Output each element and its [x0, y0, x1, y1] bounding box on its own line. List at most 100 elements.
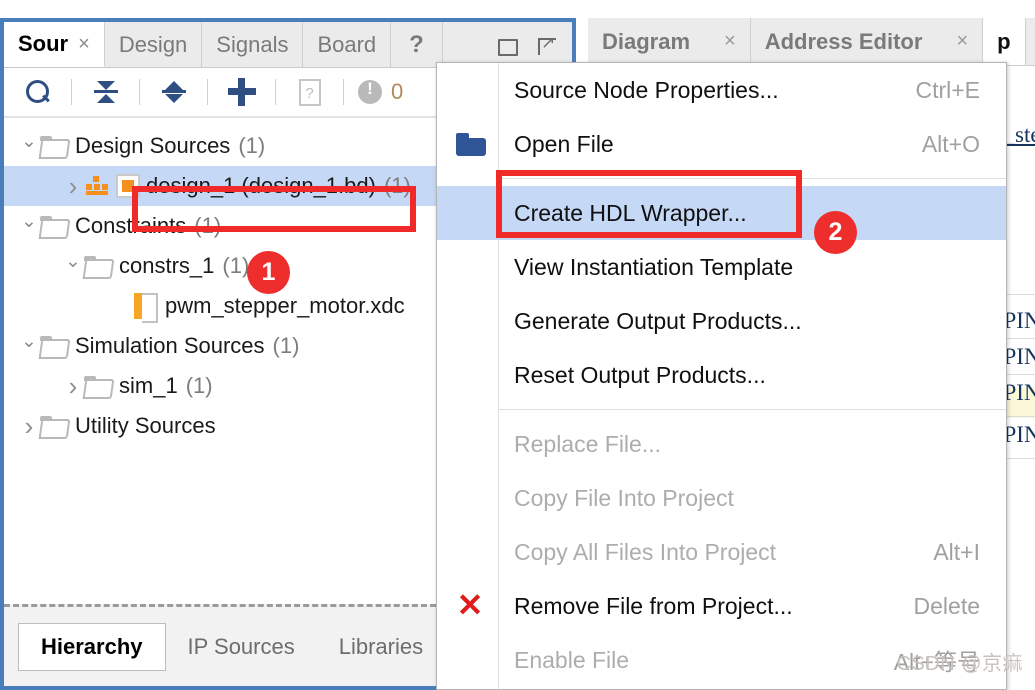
expand-all-icon	[161, 79, 187, 105]
menu-item-label: Replace File...	[514, 430, 662, 457]
menu-item-label: Create HDL Wrapper...	[514, 199, 747, 226]
folder-icon	[40, 216, 66, 236]
tree-count: (1)	[185, 373, 213, 398]
tab-diagram-label: Diagram	[602, 28, 691, 54]
tab-ip-sources[interactable]: IP Sources	[166, 623, 317, 671]
folder-icon	[40, 416, 66, 436]
doc-question-icon: ?	[298, 78, 321, 106]
tree-count: (1)	[222, 253, 250, 278]
chevron-right-icon[interactable]	[62, 371, 84, 402]
annotation-badge-2: 2	[814, 211, 857, 254]
tab-libraries-label: Libraries	[338, 633, 424, 659]
tab-p[interactable]: p	[983, 18, 1026, 65]
menu-item-replace-file: Replace File...	[437, 417, 1006, 471]
menu-item-copy-file-into-project: Copy File Into Project	[437, 471, 1006, 525]
tab-sources-label: Sour	[18, 31, 69, 56]
tree-label: sim_1	[119, 373, 178, 398]
add-sources-button[interactable]	[208, 67, 275, 117]
tab-board-label: Board	[317, 31, 377, 57]
xdc-file-icon	[134, 293, 158, 323]
menu-item-label: Open File	[514, 130, 614, 157]
menu-item-accelerator: Delete	[913, 592, 980, 619]
menu-item-label: Copy All Files Into Project	[514, 538, 777, 565]
tab-hierarchy-label: Hierarchy	[41, 633, 143, 659]
help-button[interactable]: ?	[276, 67, 343, 117]
folder-icon	[40, 136, 66, 156]
annotation-badge-1-number: 1	[261, 258, 276, 286]
tab-signals[interactable]: Signals	[202, 22, 304, 67]
tree-count: (1)	[272, 333, 300, 358]
chevron-down-icon[interactable]	[18, 215, 40, 238]
menu-item-accelerator: Ctrl+E	[915, 76, 980, 103]
context-menu[interactable]: Source Node Properties... Ctrl+E Open Fi…	[436, 62, 1007, 690]
menu-item-reset-output-products[interactable]: Reset Output Products...	[437, 348, 1006, 402]
menu-item-label: Enable File	[514, 646, 630, 673]
menu-item-label: View Instantiation Template	[514, 253, 794, 280]
collapse-all-icon	[93, 79, 119, 105]
menu-item-label: Generate Output Products...	[514, 307, 802, 334]
tab-address-editor[interactable]: Address Editor ×	[751, 18, 984, 65]
tree-label: Design Sources	[75, 133, 231, 158]
tab-help-label: ?	[409, 30, 424, 58]
folder-open-icon	[456, 133, 486, 156]
tab-p-label: p	[997, 28, 1011, 54]
chevron-down-icon[interactable]	[18, 135, 40, 158]
remove-x-icon: ✕	[456, 587, 484, 623]
tab-design[interactable]: Design	[105, 22, 203, 67]
tab-sources[interactable]: Sour ×	[4, 22, 105, 67]
annotation-badge-1: 1	[247, 251, 290, 294]
menu-item-accelerator: Alt+O	[921, 130, 980, 157]
menu-item-view-instantiation-template[interactable]: View Instantiation Template	[437, 240, 1006, 294]
tree-count: (1)	[383, 173, 411, 198]
annotation-badge-2-number: 2	[828, 218, 843, 246]
tree-label: Constraints	[75, 213, 187, 238]
search-button[interactable]	[4, 67, 71, 117]
menu-item-source-node-properties[interactable]: Source Node Properties... Ctrl+E	[437, 63, 1006, 117]
menu-item-create-hdl-wrapper[interactable]: Create HDL Wrapper...	[437, 186, 1006, 240]
chevron-down-icon[interactable]	[18, 335, 40, 358]
folder-icon	[40, 336, 66, 356]
chevron-right-icon[interactable]	[18, 411, 40, 442]
tab-address-editor-label: Address Editor	[764, 28, 923, 54]
window-top-strip	[0, 0, 1035, 18]
menu-item-accelerator: Alt+等号	[893, 649, 980, 675]
warning-indicator[interactable]: 0	[344, 79, 403, 105]
chevron-right-icon[interactable]	[62, 171, 84, 202]
menu-item-remove-file-from-project[interactable]: ✕ Remove File from Project... Delete	[437, 579, 1006, 633]
float-icon[interactable]	[536, 32, 558, 55]
tab-hierarchy[interactable]: Hierarchy	[18, 622, 166, 671]
menu-separator	[499, 409, 1006, 410]
block-design-icon	[84, 175, 110, 197]
tree-count: (1)	[238, 133, 266, 158]
tab-libraries[interactable]: Libraries	[317, 623, 445, 671]
folder-icon	[84, 256, 110, 276]
tab-board[interactable]: Board	[303, 22, 392, 67]
tree-label: Simulation Sources	[75, 333, 265, 358]
tree-label: design_1 (design_1.bd)	[146, 173, 376, 198]
tab-signals-label: Signals	[216, 31, 289, 57]
tree-label: constrs_1	[119, 253, 215, 278]
tree-count: (1)	[194, 213, 222, 238]
right-panel-tabstrip: Diagram × Address Editor × p	[588, 18, 1035, 66]
menu-item-generate-output-products[interactable]: Generate Output Products...	[437, 294, 1006, 348]
tab-ip-sources-label: IP Sources	[187, 633, 295, 659]
menu-item-open-file[interactable]: Open File Alt+O	[437, 117, 1006, 171]
menu-item-label: Source Node Properties...	[514, 76, 779, 103]
menu-item-label: Remove File from Project...	[514, 592, 793, 619]
expand-all-button[interactable]	[140, 67, 207, 117]
tree-label: Utility Sources	[75, 413, 216, 438]
tab-diagram[interactable]: Diagram ×	[588, 18, 751, 65]
warning-circle-icon	[358, 79, 382, 104]
tab-design-label: Design	[118, 31, 188, 57]
collapse-all-button[interactable]	[72, 67, 139, 117]
chevron-down-icon[interactable]	[62, 255, 84, 278]
menu-item-accelerator: Alt+I	[933, 538, 980, 565]
tab-help[interactable]: ?	[391, 22, 443, 67]
menu-item-label: Reset Output Products...	[514, 361, 766, 388]
close-icon[interactable]: ×	[78, 33, 90, 56]
close-icon[interactable]: ×	[956, 30, 968, 53]
close-icon[interactable]: ×	[724, 30, 736, 53]
tabstrip-spacer	[443, 22, 482, 67]
restore-icon[interactable]	[496, 35, 518, 56]
tree-label: pwm_stepper_motor.xdc	[165, 293, 405, 318]
